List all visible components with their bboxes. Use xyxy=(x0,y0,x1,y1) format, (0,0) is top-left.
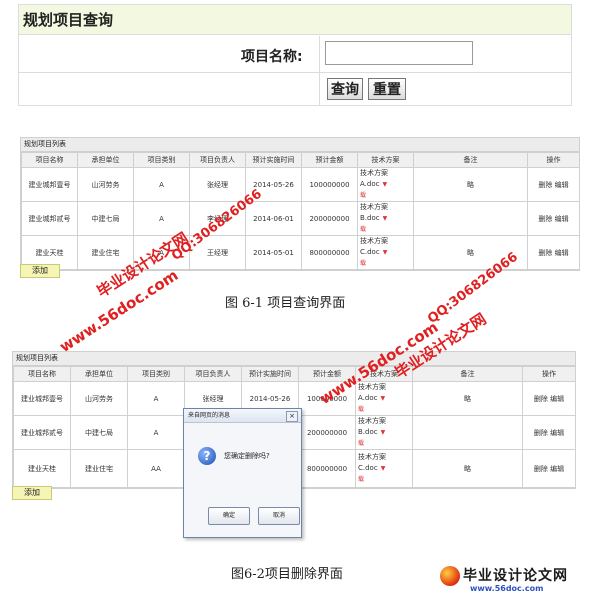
cell-project-name: 建业城邦贰号 xyxy=(13,415,71,450)
table-row: 建业城邦贰号 中建七局 A 李经理 2014-06-01 200000000 技… xyxy=(21,201,580,236)
dropdown-arrow-icon[interactable]: ▼ xyxy=(380,395,385,402)
cell-date: 2014-05-01 xyxy=(245,235,302,270)
cell-project-name: 建业城邦壹号 xyxy=(21,167,78,202)
cell-unit: 山河劳务 xyxy=(77,167,134,202)
col-header: 项目名称 xyxy=(21,152,78,168)
cell-actions[interactable]: 删除 编辑 xyxy=(522,449,576,488)
cancel-button[interactable]: 取消 xyxy=(258,507,300,525)
cell-tech-plan: 技术方案A.doc ▼ 载 xyxy=(357,167,414,202)
download-link[interactable]: 载 xyxy=(358,474,412,485)
col-header: 项目负责人 xyxy=(189,152,246,168)
query-row-name: 项目名称: xyxy=(19,36,571,73)
cell-tech-plan: 技术方案A.doc ▼ 载 xyxy=(355,381,413,416)
cell-tech-plan: 技术方案C.doc ▼ 载 xyxy=(355,449,413,488)
query-button[interactable]: 查询 xyxy=(327,78,363,100)
col-header: 项目类别 xyxy=(133,152,190,168)
cell-amount: 800000000 xyxy=(298,449,356,488)
cell-amount: 200000000 xyxy=(298,415,356,450)
col-header: 预计金额 xyxy=(301,152,358,168)
table-header-row: 项目名称 承担单位 项目类别 项目负责人 预计实施时间 预计金额 技术方案 备注… xyxy=(13,366,576,382)
logo-url: www.56doc.com xyxy=(470,584,544,593)
cell-remark: 略 xyxy=(413,167,528,202)
figure-caption-2: 图6-2项目删除界面 xyxy=(231,567,343,582)
col-header: 操作 xyxy=(522,366,576,382)
col-header: 预计实施时间 xyxy=(245,152,302,168)
col-header: 操作 xyxy=(527,152,580,168)
col-header: 备注 xyxy=(413,152,528,168)
col-header: 项目名称 xyxy=(13,366,71,382)
cell-unit: 中建七局 xyxy=(70,415,128,450)
project-name-label: 项目名称: xyxy=(241,49,303,65)
cell-project-name: 建业天桂 xyxy=(13,449,71,488)
col-header: 备注 xyxy=(412,366,523,382)
close-icon[interactable]: × xyxy=(286,411,298,422)
cell-category: A xyxy=(127,381,185,416)
add-button[interactable]: 添加 xyxy=(20,264,60,278)
cell-category: A xyxy=(133,167,190,202)
cell-unit: 山河劳务 xyxy=(70,381,128,416)
confirm-dialog: 来自网页的消息 × ? 您确定删除吗? 确定 取消 xyxy=(183,408,302,538)
project-list-title: 规划项目列表 xyxy=(21,138,579,152)
query-panel-divider xyxy=(319,36,320,105)
col-header: 项目类别 xyxy=(127,366,185,382)
cell-remark: 略 xyxy=(412,381,523,416)
cell-project-name: 建业城邦贰号 xyxy=(21,201,78,236)
logo-text: 毕业设计论文网 xyxy=(463,568,568,584)
dropdown-arrow-icon[interactable]: ▼ xyxy=(381,465,386,472)
figure-caption-1: 图 6-1 项目查询界面 xyxy=(225,296,346,311)
col-header: 技术方案 xyxy=(357,152,414,168)
dropdown-arrow-icon[interactable]: ▼ xyxy=(383,215,388,222)
dropdown-arrow-icon[interactable]: ▼ xyxy=(382,181,387,188)
download-link[interactable]: 载 xyxy=(360,224,413,235)
dropdown-arrow-icon[interactable]: ▼ xyxy=(381,429,386,436)
table-row: 建业城邦壹号 山河劳务 A 张经理 2014-05-26 100000000 技… xyxy=(21,167,580,202)
download-link[interactable]: 载 xyxy=(358,438,412,449)
cell-tech-plan: 技术方案B.doc ▼ 载 xyxy=(355,415,413,450)
cell-remark xyxy=(412,415,523,450)
table-header-row: 项目名称 承担单位 项目类别 项目负责人 预计实施时间 预计金额 技术方案 备注… xyxy=(21,152,580,168)
dialog-title: 来自网页的消息 xyxy=(184,409,301,423)
cell-amount: 200000000 xyxy=(301,201,358,236)
question-icon: ? xyxy=(198,447,216,465)
project-table-1: 项目名称 承担单位 项目类别 项目负责人 预计实施时间 预计金额 技术方案 备注… xyxy=(21,152,580,270)
dialog-message: 您确定删除吗? xyxy=(224,452,270,460)
col-header: 项目负责人 xyxy=(184,366,242,382)
cell-actions[interactable]: 删除 编辑 xyxy=(527,201,580,236)
query-panel-title: 规划项目查询 xyxy=(19,5,571,35)
cell-actions[interactable]: 删除 编辑 xyxy=(527,167,580,202)
download-link[interactable]: 载 xyxy=(358,404,412,415)
query-panel: 规划项目查询 项目名称: 查询 重置 xyxy=(18,4,572,106)
logo-icon xyxy=(440,566,460,586)
cell-unit: 中建七局 xyxy=(77,201,134,236)
dropdown-arrow-icon[interactable]: ▼ xyxy=(383,249,388,256)
cell-remark: 略 xyxy=(412,449,523,488)
cell-tech-plan: 技术方案B.doc ▼ 载 xyxy=(357,201,414,236)
cell-amount: 100000000 xyxy=(301,167,358,202)
project-list-title: 规划项目列表 xyxy=(13,352,575,366)
cell-amount: 800000000 xyxy=(301,235,358,270)
cell-manager: 张经理 xyxy=(189,167,246,202)
ok-button[interactable]: 确定 xyxy=(208,507,250,525)
col-header: 预计实施时间 xyxy=(241,366,299,382)
project-name-input[interactable] xyxy=(325,41,473,65)
cell-actions[interactable]: 删除 编辑 xyxy=(522,415,576,450)
download-link[interactable]: 载 xyxy=(360,258,413,269)
cell-actions[interactable]: 删除 编辑 xyxy=(522,381,576,416)
cell-tech-plan: 技术方案C.doc ▼ 载 xyxy=(357,235,414,270)
col-header: 承担单位 xyxy=(77,152,134,168)
cell-actions[interactable]: 删除 编辑 xyxy=(527,235,580,270)
download-link[interactable]: 载 xyxy=(360,190,413,201)
cell-category: A xyxy=(127,415,185,450)
add-button[interactable]: 添加 xyxy=(12,486,52,500)
cell-unit: 建业住宅 xyxy=(70,449,128,488)
col-header: 承担单位 xyxy=(70,366,128,382)
project-list-panel-1: 规划项目列表 项目名称 承担单位 项目类别 项目负责人 预计实施时间 预计金额 … xyxy=(20,137,580,271)
cell-category: AA xyxy=(127,449,185,488)
cell-project-name: 建业城邦壹号 xyxy=(13,381,71,416)
cell-remark xyxy=(413,201,528,236)
reset-button[interactable]: 重置 xyxy=(368,78,406,100)
query-row-buttons: 查询 重置 xyxy=(19,73,571,105)
